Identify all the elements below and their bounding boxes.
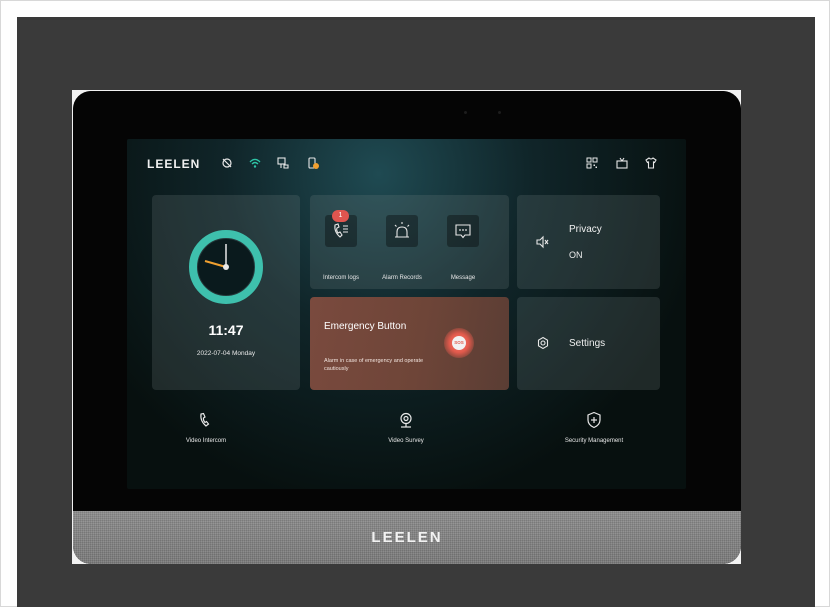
emergency-description: Alarm in case of emergency and operate c… xyxy=(324,358,424,372)
tv-icon[interactable] xyxy=(615,156,629,170)
brand-logo: LEELEN xyxy=(147,157,201,171)
grille-logo: LEELEN xyxy=(371,529,443,546)
intercom-device: LEELEN 11:47 2022-07-04 Monday 1 Interco… xyxy=(73,91,741,564)
alarm-records-button[interactable] xyxy=(386,215,418,247)
analog-clock xyxy=(189,230,263,304)
message-icon xyxy=(455,224,471,239)
video-intercom-label[interactable]: Video Intercom xyxy=(151,438,261,444)
intercom-logs-label: Intercom logs xyxy=(322,275,359,281)
wifi-icon xyxy=(249,158,261,168)
emergency-title: Emergency Button xyxy=(324,321,407,332)
shield-plus-icon[interactable] xyxy=(585,411,603,429)
settings-card[interactable]: Settings xyxy=(517,297,660,390)
speaker-grille: LEELEN xyxy=(73,511,741,564)
qr-code-icon[interactable] xyxy=(585,156,599,170)
camera-dot xyxy=(464,111,467,114)
speaker-mute-icon xyxy=(536,235,549,249)
alarm-records-label: Alarm Records xyxy=(382,275,422,281)
quick-actions-card: 1 Intercom logs Alarm Records Message xyxy=(310,195,509,289)
video-survey-label[interactable]: Video Survey xyxy=(351,438,461,444)
clock-date: 2022-07-04 Monday xyxy=(196,350,256,357)
emergency-card[interactable]: Emergency Button Alarm in case of emerge… xyxy=(310,297,509,390)
camera-icon[interactable] xyxy=(397,411,415,429)
sensor-dot xyxy=(498,111,501,114)
device-bezel: LEELEN 11:47 2022-07-04 Monday 1 Interco… xyxy=(73,91,741,513)
privacy-title: Privacy xyxy=(569,224,602,235)
alarm-light-icon xyxy=(394,222,410,238)
settings-title: Settings xyxy=(569,338,606,349)
shirt-icon[interactable] xyxy=(644,156,658,170)
sos-button[interactable]: SOS xyxy=(444,328,474,358)
privacy-card[interactable]: Privacy ON xyxy=(517,195,660,289)
message-label: Message xyxy=(450,275,476,281)
phone-icon[interactable] xyxy=(197,411,215,429)
lock-alert-icon xyxy=(308,157,319,169)
network-icon xyxy=(277,157,289,169)
clock-time: 11:47 xyxy=(208,322,244,338)
sos-label: SOS xyxy=(452,336,466,350)
clock-card[interactable]: 11:47 2022-07-04 Monday xyxy=(152,195,300,390)
no-disturb-icon xyxy=(222,158,232,168)
notification-badge: 1 xyxy=(332,210,349,222)
security-management-label[interactable]: Security Management xyxy=(539,438,649,444)
gear-icon xyxy=(537,336,549,350)
message-button[interactable] xyxy=(447,215,479,247)
touch-screen: LEELEN 11:47 2022-07-04 Monday 1 Interco… xyxy=(127,139,686,489)
privacy-status: ON xyxy=(569,250,583,260)
